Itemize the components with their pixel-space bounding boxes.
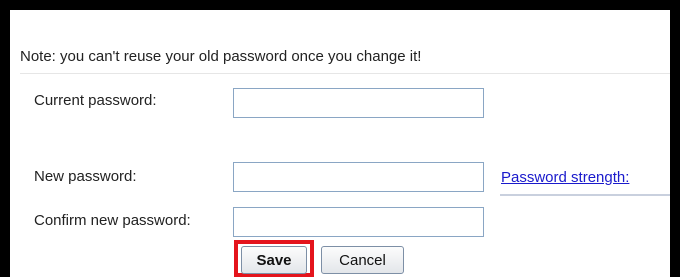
password-reuse-note: Note: you can't reuse your old password … <box>20 48 422 65</box>
current-password-field[interactable] <box>233 88 484 118</box>
cancel-button[interactable]: Cancel <box>321 246 404 274</box>
change-password-panel: Note: you can't reuse your old password … <box>10 10 670 277</box>
password-strength-link[interactable]: Password strength: <box>501 169 629 186</box>
new-password-field[interactable] <box>233 162 484 192</box>
password-strength-meter <box>500 194 670 196</box>
note-divider <box>20 73 670 74</box>
confirm-password-label: Confirm new password: <box>34 212 191 229</box>
save-button[interactable]: Save <box>241 246 307 274</box>
new-password-label: New password: <box>34 168 137 185</box>
current-password-label: Current password: <box>34 92 157 109</box>
confirm-password-field[interactable] <box>233 207 484 237</box>
